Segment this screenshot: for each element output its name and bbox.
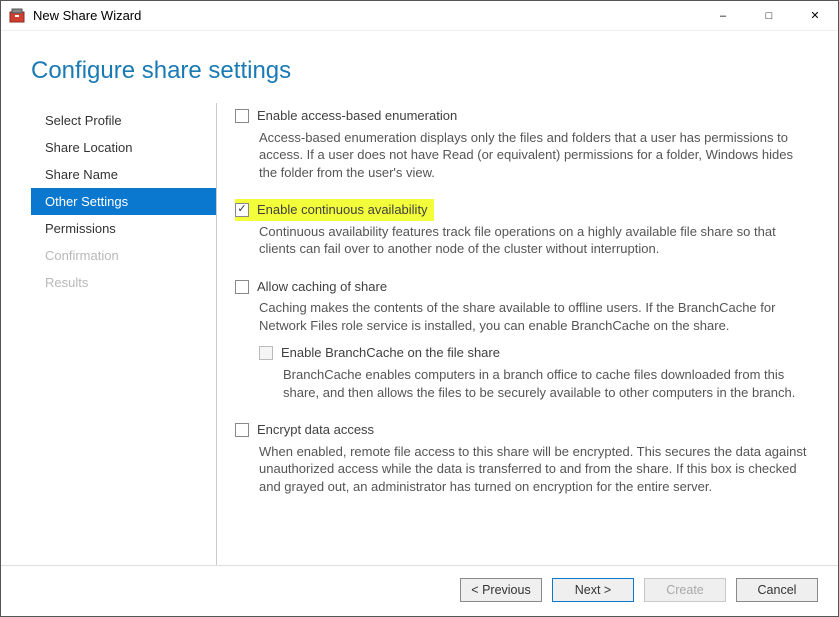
desc-branchcache: BranchCache enables computers in a branc…: [259, 364, 812, 409]
checkbox-ca[interactable]: ✓: [235, 203, 249, 217]
option-allow-caching: Allow caching of share Caching makes the…: [235, 276, 812, 409]
label-ca: Enable continuous availability: [257, 201, 428, 219]
window-controls: – □ ✕: [700, 1, 838, 30]
settings-panel: Enable access-based enumeration Access-b…: [235, 103, 818, 565]
minimize-button[interactable]: –: [700, 1, 746, 30]
sidebar-item-confirmation: Confirmation: [31, 242, 216, 269]
option-branchcache: Enable BranchCache on the file share Bra…: [259, 342, 812, 409]
desc-encrypt: When enabled, remote file access to this…: [235, 441, 812, 504]
sidebar-item-other-settings[interactable]: Other Settings: [31, 188, 216, 215]
option-access-based-enumeration: Enable access-based enumeration Access-b…: [235, 105, 812, 189]
title-bar: New Share Wizard – □ ✕: [1, 1, 838, 31]
sidebar-item-permissions[interactable]: Permissions: [31, 215, 216, 242]
create-button: Create: [644, 578, 726, 602]
checkbox-abe[interactable]: [235, 109, 249, 123]
cancel-button[interactable]: Cancel: [736, 578, 818, 602]
vertical-divider: [216, 103, 217, 565]
close-button[interactable]: ✕: [792, 1, 838, 30]
label-branchcache: Enable BranchCache on the file share: [281, 344, 500, 362]
next-button[interactable]: Next >: [552, 578, 634, 602]
desc-abe: Access-based enumeration displays only t…: [235, 127, 812, 190]
window-title: New Share Wizard: [33, 8, 141, 23]
desc-cache: Caching makes the contents of the share …: [235, 297, 812, 342]
option-continuous-availability: ✓ Enable continuous availability Continu…: [235, 199, 812, 266]
label-cache: Allow caching of share: [257, 278, 387, 296]
sidebar-item-select-profile[interactable]: Select Profile: [31, 107, 216, 134]
wizard-steps-sidebar: Select Profile Share Location Share Name…: [31, 103, 216, 565]
sidebar-item-share-location[interactable]: Share Location: [31, 134, 216, 161]
label-abe: Enable access-based enumeration: [257, 107, 457, 125]
sidebar-item-share-name[interactable]: Share Name: [31, 161, 216, 188]
wizard-footer: < Previous Next > Create Cancel: [1, 565, 838, 616]
maximize-button[interactable]: □: [746, 1, 792, 30]
page-title: Configure share settings: [1, 31, 838, 103]
option-encrypt-data-access: Encrypt data access When enabled, remote…: [235, 419, 812, 503]
checkbox-branchcache: [259, 346, 273, 360]
checkbox-cache[interactable]: [235, 280, 249, 294]
desc-ca: Continuous availability features track f…: [235, 221, 812, 266]
label-encrypt: Encrypt data access: [257, 421, 374, 439]
checkbox-encrypt[interactable]: [235, 423, 249, 437]
previous-button[interactable]: < Previous: [460, 578, 542, 602]
sidebar-item-results: Results: [31, 269, 216, 296]
app-icon: [9, 8, 25, 24]
